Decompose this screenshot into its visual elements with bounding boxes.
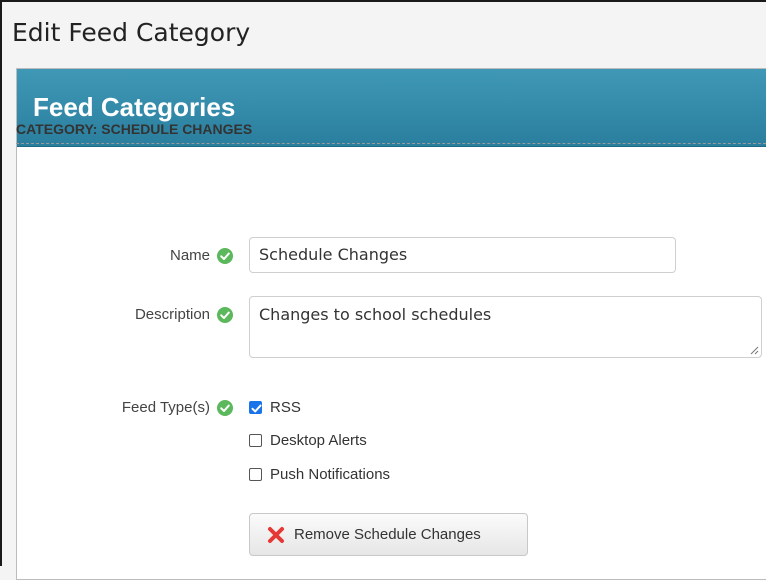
feed-types-label: Feed Type(s) bbox=[121, 399, 210, 416]
name-label: Name bbox=[169, 247, 210, 264]
check-circle-icon bbox=[217, 400, 233, 416]
remove-category-button[interactable]: Remove Schedule Changes bbox=[249, 513, 528, 556]
page-title: Edit Feed Category bbox=[12, 18, 251, 47]
rss-label[interactable]: RSS bbox=[270, 400, 301, 415]
remove-button-label: Remove Schedule Changes bbox=[294, 526, 481, 543]
section-title: CATEGORY: SCHEDULE CHANGES bbox=[16, 121, 253, 137]
panel-title: Feed Categories bbox=[33, 92, 236, 122]
section-divider bbox=[16, 143, 766, 144]
rss-checkbox[interactable] bbox=[249, 401, 262, 414]
description-text: Changes to school schedules bbox=[259, 305, 492, 324]
resize-grip-icon[interactable] bbox=[749, 345, 759, 355]
check-circle-icon bbox=[217, 307, 233, 323]
desktop-alerts-label[interactable]: Desktop Alerts bbox=[270, 433, 367, 448]
check-circle-icon bbox=[217, 248, 233, 264]
name-input[interactable]: Schedule Changes bbox=[249, 237, 676, 273]
push-notifications-label[interactable]: Push Notifications bbox=[270, 467, 390, 482]
desktop-alerts-checkbox[interactable] bbox=[249, 434, 262, 447]
push-notifications-checkbox[interactable] bbox=[249, 468, 262, 481]
description-label: Description bbox=[134, 306, 210, 323]
x-icon bbox=[268, 527, 284, 543]
description-textarea[interactable]: Changes to school schedules bbox=[249, 296, 762, 358]
